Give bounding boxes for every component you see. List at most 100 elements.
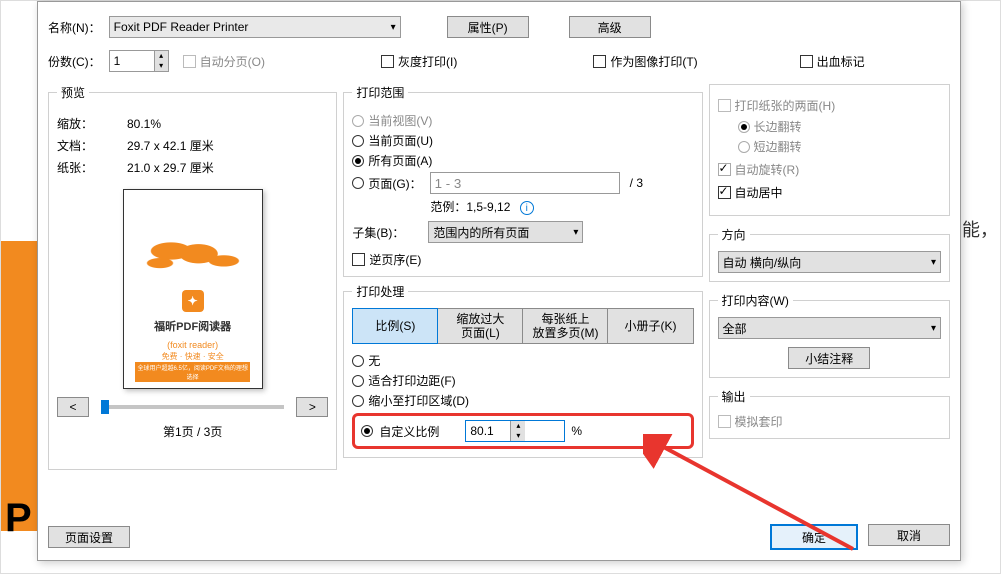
pages-radio[interactable] [352, 177, 364, 189]
prev-page-button[interactable]: < [57, 397, 89, 417]
example-label: 范例：1,5-9,12 [430, 200, 510, 214]
print-dialog: 名称(N)： Foxit PDF Reader Printer ▾ 属性(P) … [37, 1, 961, 561]
paper-value: 21.0 x 29.7 厘米 [127, 157, 214, 179]
orientation-legend: 方向 [718, 226, 750, 243]
grayscale-checkbox[interactable] [381, 55, 394, 68]
auto-rotate-checkbox [718, 163, 731, 176]
zoom-label: 缩放： [57, 113, 127, 135]
content-legend: 打印内容(W) [718, 292, 793, 309]
current-page-label: 当前页面(U) [368, 132, 433, 149]
copies-spinner[interactable]: ▴ ▾ [109, 50, 169, 72]
flip-short-radio [738, 141, 750, 153]
ok-button[interactable]: 确定 [770, 524, 858, 550]
tab-scale[interactable]: 比例(S) [352, 308, 438, 344]
next-page-button[interactable]: > [296, 397, 328, 417]
auto-rotate-label: 自动旋转(R) [735, 161, 800, 178]
preview-footer1: 免费 · 快速 · 安全 [135, 351, 250, 362]
copies-input[interactable] [110, 51, 154, 71]
pages-input[interactable] [430, 172, 620, 194]
custom-scale-input[interactable] [466, 421, 510, 441]
duplex-checkbox [718, 99, 731, 112]
tab-booklet[interactable]: 小册子(K) [608, 308, 693, 344]
spinner-down-icon[interactable]: ▾ [511, 431, 525, 441]
grayscale-label: 灰度打印(I) [398, 53, 457, 70]
preview-title: 福昕PDF阅读器 [154, 318, 231, 334]
collate-checkbox [183, 55, 196, 68]
custom-scale-radio[interactable] [361, 425, 373, 437]
subset-label: 子集(B)： [352, 224, 424, 241]
as-image-checkbox[interactable] [593, 55, 606, 68]
orientation-group: 方向 自动 横向/纵向 ▾ [709, 226, 950, 282]
scale-none-label: 无 [368, 352, 380, 369]
document-value: 29.7 x 42.1 厘米 [127, 135, 214, 157]
foxit-logo-icon: ✦ [182, 290, 204, 312]
summarize-button[interactable]: 小结注释 [788, 347, 870, 369]
current-view-radio [352, 115, 364, 127]
bleed-checkbox[interactable] [800, 55, 813, 68]
shrink-label: 缩小至打印区域(D) [368, 392, 469, 409]
chevron-down-icon: ▾ [931, 323, 936, 334]
reverse-label: 逆页序(E) [369, 251, 421, 268]
name-label: 名称(N)： [48, 19, 101, 36]
output-group: 输出 模拟套印 [709, 388, 950, 439]
slider-thumb[interactable] [101, 400, 109, 414]
spinner-down-icon[interactable]: ▾ [155, 61, 168, 71]
chevron-down-icon: ▾ [931, 257, 936, 268]
tab-fit[interactable]: 缩放过大 页面(L) [438, 308, 523, 344]
document-label: 文档： [57, 135, 127, 157]
content-select[interactable]: 全部 ▾ [718, 317, 941, 339]
preview-footer2: 全球用户超越6.5亿，阅读PDF文档的理想选择 [135, 362, 250, 382]
background-letter: P [5, 496, 32, 541]
custom-scale-spinner[interactable]: ▴ ▾ [465, 420, 565, 442]
properties-button[interactable]: 属性(P) [447, 16, 529, 38]
simulate-checkbox [718, 415, 731, 428]
all-pages-radio[interactable] [352, 155, 364, 167]
fit-margin-label: 适合打印边距(F) [368, 372, 455, 389]
pages-label: 页面(G)： [368, 175, 421, 192]
output-legend: 输出 [718, 388, 750, 405]
page-slider[interactable] [101, 405, 284, 409]
reverse-checkbox[interactable] [352, 253, 365, 266]
handling-legend: 打印处理 [352, 283, 408, 300]
simulate-label: 模拟套印 [735, 413, 783, 430]
zoom-value: 80.1% [127, 113, 161, 135]
preview-page: ✦ 福昕PDF阅读器 (foxit reader) 免费 · 快速 · 安全 全… [123, 189, 263, 389]
orientation-select[interactable]: 自动 横向/纵向 ▾ [718, 251, 941, 273]
content-group: 打印内容(W) 全部 ▾ 小结注释 [709, 292, 950, 378]
handling-group: 打印处理 比例(S) 缩放过大 页面(L) 每张纸上 放置多页(M) 小册子(K… [343, 283, 702, 458]
as-image-label: 作为图像打印(T) [610, 53, 697, 70]
flip-long-radio [738, 121, 750, 133]
tab-multi[interactable]: 每张纸上 放置多页(M) [523, 308, 608, 344]
duplex-label: 打印纸张的两面(H) [735, 97, 836, 114]
pages-total: / 3 [630, 176, 643, 190]
paper-label: 纸张： [57, 157, 127, 179]
page-setup-button[interactable]: 页面设置 [48, 526, 130, 548]
percent-label: % [571, 424, 582, 438]
scale-none-radio[interactable] [352, 355, 364, 367]
advanced-button[interactable]: 高级 [569, 16, 651, 38]
spinner-up-icon[interactable]: ▴ [511, 421, 525, 431]
current-view-label: 当前视图(V) [368, 112, 432, 129]
all-pages-label: 所有页面(A) [368, 152, 432, 169]
preview-legend: 预览 [57, 84, 89, 101]
custom-scale-label: 自定义比例 [379, 423, 439, 440]
auto-center-checkbox[interactable] [718, 186, 731, 199]
printer-select[interactable]: Foxit PDF Reader Printer ▾ [109, 16, 401, 38]
outside-text: 能， [962, 216, 998, 242]
shrink-radio[interactable] [352, 395, 364, 407]
subset-select[interactable]: 范围内的所有页面 ▾ [428, 221, 583, 243]
bleed-label: 出血标记 [817, 53, 865, 70]
range-group: 打印范围 当前视图(V) 当前页面(U) 所有页面(A) 页面(G)： / 3 … [343, 84, 702, 277]
preview-group: 预览 缩放：80.1% 文档：29.7 x 42.1 厘米 纸张：21.0 x … [48, 84, 337, 470]
chevron-down-icon: ▾ [391, 22, 396, 33]
copies-label: 份数(C)： [48, 53, 101, 70]
cancel-button[interactable]: 取消 [868, 524, 950, 546]
custom-scale-highlight: 自定义比例 ▴ ▾ % [352, 413, 693, 449]
spinner-up-icon[interactable]: ▴ [155, 51, 168, 61]
fit-margin-radio[interactable] [352, 375, 364, 387]
page-count: 第1页 / 3页 [57, 423, 328, 440]
info-icon[interactable]: i [520, 201, 534, 215]
preview-map-graphic [138, 229, 248, 284]
current-page-radio[interactable] [352, 135, 364, 147]
range-legend: 打印范围 [352, 84, 408, 101]
